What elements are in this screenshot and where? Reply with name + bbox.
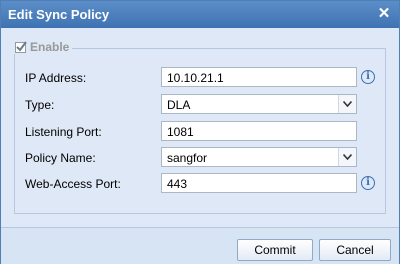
chevron-down-icon[interactable] xyxy=(338,148,356,166)
commit-button[interactable]: Commit xyxy=(237,239,313,261)
policy-name-select[interactable]: sangfor xyxy=(161,147,357,167)
type-label: Type: xyxy=(25,98,55,112)
dialog-title: Edit Sync Policy xyxy=(8,7,110,22)
ip-address-label: IP Address: xyxy=(25,71,87,85)
enable-checkbox[interactable] xyxy=(15,40,27,53)
ip-address-input[interactable]: 10.10.21.1 xyxy=(161,67,357,87)
type-selected-value: DLA xyxy=(167,98,191,112)
dialog-footer: Commit Cancel xyxy=(1,227,399,264)
enable-label: Enable xyxy=(30,40,70,54)
web-access-port-info-icon[interactable]: i xyxy=(361,176,375,190)
ip-address-row: IP Address: 10.10.21.1 i xyxy=(25,67,375,89)
checkmark-icon xyxy=(16,40,27,52)
dialog-body: Enable IP Address: 10.10.21.1 i Type: DL… xyxy=(1,28,399,227)
type-select[interactable]: DLA xyxy=(161,94,357,114)
cancel-button[interactable]: Cancel xyxy=(319,239,391,261)
chevron-down-icon[interactable] xyxy=(338,95,356,113)
web-access-port-input[interactable]: 443 xyxy=(161,173,357,193)
listening-port-input[interactable]: 1081 xyxy=(161,121,357,141)
type-row: Type: DLA xyxy=(25,94,375,116)
policy-name-label: Policy Name: xyxy=(25,151,96,165)
web-access-port-row: Web-Access Port: 443 i xyxy=(25,173,375,195)
title-bar[interactable]: Edit Sync Policy ✕ xyxy=(1,1,399,28)
policy-name-selected-value: sangfor xyxy=(167,151,208,165)
edit-sync-policy-dialog: Edit Sync Policy ✕ Enable IP Address: 10… xyxy=(0,0,400,264)
close-icon[interactable]: ✕ xyxy=(376,5,392,23)
listening-port-label: Listening Port: xyxy=(25,125,102,139)
listening-port-row: Listening Port: 1081 xyxy=(25,121,375,143)
enable-toggle[interactable]: Enable xyxy=(12,40,73,54)
ip-address-info-icon[interactable]: i xyxy=(361,70,375,84)
web-access-port-label: Web-Access Port: xyxy=(25,177,121,191)
policy-name-row: Policy Name: sangfor xyxy=(25,147,375,169)
